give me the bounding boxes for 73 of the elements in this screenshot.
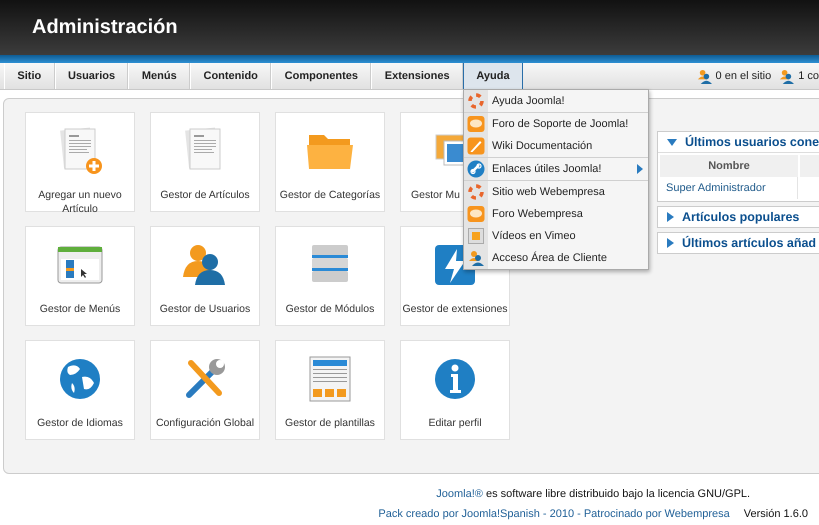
shortcut-tile[interactable]: Configuración Global xyxy=(150,340,260,440)
shortcut-tile[interactable]: Gestor de Idiomas xyxy=(25,340,135,440)
license-text: es software libre distribuido bajo la licencia GNU/GPL. xyxy=(486,488,750,500)
users-icon xyxy=(183,245,225,285)
shortcut-tile[interactable]: Gestor de Módulos xyxy=(275,226,385,326)
shortcut-tile[interactable]: Agregar un nuevo Artículo xyxy=(25,112,135,212)
link-icon xyxy=(467,160,485,178)
chat-icon xyxy=(467,205,485,223)
shortcut-tile[interactable]: Gestor de Categorías xyxy=(275,112,385,212)
users-icon xyxy=(779,68,794,84)
document-icon xyxy=(185,128,220,170)
tile-label: Gestor de plantillas xyxy=(285,416,375,430)
menu-item[interactable]: Sitio xyxy=(4,63,55,89)
tile-label: Gestor Mu xyxy=(410,188,460,202)
menu-item[interactable]: Ayuda xyxy=(463,63,523,89)
lifebuoy-icon xyxy=(468,184,484,200)
stacked-modules-icon xyxy=(312,245,348,282)
menu-entry[interactable]: Sitio web Webempresa xyxy=(464,181,648,203)
table-cell: Super Administrador xyxy=(660,177,798,199)
menu-item[interactable]: Componentes xyxy=(271,63,372,89)
tile-label: Gestor de Idiomas xyxy=(37,416,123,430)
tile-label: Editar perfil xyxy=(428,416,482,430)
pencil-icon xyxy=(467,137,485,155)
tools-icon xyxy=(186,359,225,398)
version-text: Versión 1.6.0 xyxy=(744,508,808,520)
menu-entry[interactable]: Wiki Documentación xyxy=(464,135,648,157)
tile-label: Gestor de Módulos xyxy=(286,302,374,316)
globe-icon xyxy=(60,359,100,399)
browser-window-icon xyxy=(58,246,102,284)
template-icon xyxy=(310,356,350,402)
folder-icon xyxy=(307,135,353,169)
page-title: Administración xyxy=(32,16,178,39)
shortcut-tile[interactable]: Gestor de plantillas xyxy=(275,340,385,440)
panel-title: Últimos usuarios cone xyxy=(685,135,819,149)
menu-entry[interactable]: Enlaces útiles Joomla! xyxy=(464,158,648,180)
joomla-link[interactable]: Joomla!® xyxy=(436,488,483,500)
tile-label: Gestor de Usuarios xyxy=(160,302,250,316)
panel-header[interactable]: Últimos usuarios cone xyxy=(658,132,819,152)
tile-label: Configuración Global xyxy=(156,416,254,430)
menu-entry[interactable]: Foro de Soporte de Joomla! xyxy=(464,113,648,135)
shortcut-tile[interactable]: Gestor de Menús xyxy=(25,226,135,326)
shortcut-tile[interactable]: Editar perfil xyxy=(400,340,510,440)
menu-item[interactable]: Menús xyxy=(128,63,190,89)
menu-item[interactable]: Usuarios xyxy=(54,63,128,89)
tile-label: Gestor de extensiones xyxy=(402,302,508,316)
tile-label: Gestor de Categorías xyxy=(280,188,380,202)
menu-entry[interactable]: Ayuda Joomla! xyxy=(464,90,648,112)
shortcut-tile[interactable]: Gestor de Artículos xyxy=(150,112,260,212)
panel-header[interactable]: Últimos artículos añad xyxy=(658,233,819,253)
users-icon xyxy=(696,68,712,84)
video-icon xyxy=(468,228,484,244)
tile-label: Gestor de Artículos xyxy=(160,188,250,202)
tile-label: Gestor de Menús xyxy=(40,302,120,316)
panel-header[interactable]: Artículos populares xyxy=(658,207,819,227)
info-icon xyxy=(435,359,475,399)
menu-item[interactable]: Contenido xyxy=(190,63,272,89)
lifebuoy-icon xyxy=(468,93,484,109)
expand-arrow-icon xyxy=(667,212,674,222)
chat-icon xyxy=(467,115,485,133)
menu-entry[interactable]: Foro Webempresa xyxy=(464,203,648,225)
status-text: 0 en el sitio xyxy=(716,70,772,82)
menu-entry[interactable]: Vídeos en Vimeo xyxy=(464,225,648,247)
collapse-arrow-icon xyxy=(667,138,677,146)
status-text: 1 co xyxy=(798,70,819,82)
shortcut-tile[interactable]: Gestor de Usuarios xyxy=(150,226,260,326)
panel-title: Últimos artículos añad xyxy=(682,236,816,250)
column-header: Nombre xyxy=(660,155,800,177)
credit-link[interactable]: Pack creado por Joomla!Spanish - 2010 - Patrocinado por Webempresa xyxy=(378,508,730,520)
menu-entry[interactable]: Acceso Área de Cliente xyxy=(464,247,648,269)
expand-arrow-icon xyxy=(667,238,674,248)
user-icon xyxy=(468,250,484,266)
document-icon xyxy=(60,128,102,174)
panel-title: Artículos populares xyxy=(682,210,800,224)
